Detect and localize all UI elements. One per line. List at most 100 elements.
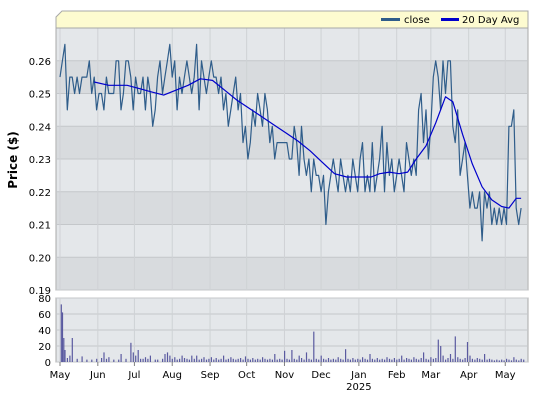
y-axis-title: Price ($) [6,131,20,189]
price-y-tick-label: 0.24 [29,122,51,133]
volume-bar [232,358,234,362]
volume-bar [349,359,351,362]
volume-bar [271,359,273,362]
volume-bar [440,346,442,362]
volume-bar [181,355,183,362]
x-tick-label: May [50,370,71,381]
volume-bar [125,358,127,362]
volume-bar [464,358,466,362]
volume-bar [63,338,65,362]
volume-bar [293,358,295,362]
volume-bar [66,358,68,362]
volume-bar [227,358,229,362]
x-tick-label: May [495,370,516,381]
volume-bar [506,358,508,362]
volume-bar [396,359,398,362]
volume-bar [366,359,369,362]
grid-band [57,191,527,225]
volume-bar [105,358,108,362]
volume-bar [154,359,156,362]
volume-bar [113,359,115,362]
volume-bar [357,358,359,362]
volume-bar [76,358,78,362]
volume-bar [474,359,476,362]
volume-bar [313,331,315,362]
volume-bar [462,359,464,362]
volume-bar [503,360,505,362]
volume-bar [374,359,376,362]
volume-bar [337,357,339,362]
volume-bar [137,350,139,362]
volume-bar [264,358,266,362]
volume-bar [513,357,515,362]
volume-bar [223,355,225,362]
volume-bar [296,359,298,362]
volume-bar [60,304,62,362]
volume-bar [164,354,166,362]
volume-bar [218,359,220,362]
volume-bar [410,359,412,362]
volume-bar [427,359,430,362]
volume-bar [262,357,264,362]
volume-bar [452,358,454,362]
volume-bar [418,359,420,362]
grid-band [57,60,527,94]
volume-bar [149,355,151,362]
x-tick-label: Mar [421,370,441,381]
volume-bar [254,359,256,362]
volume-bar [315,358,317,362]
price-y-tick-labels: 0.190.200.210.220.230.240.250.26 [29,57,51,297]
volume-bar [303,359,305,362]
volume-bar [166,352,169,362]
legend-avg-label: 20 Day Avg [462,15,519,26]
x-tick-label: Oct [238,370,255,381]
volume-bar [108,357,110,362]
volume-bar [252,358,254,362]
volume-bar [103,352,105,362]
volume-bar [403,359,405,362]
volume-bar [230,357,232,362]
volume-bar [279,358,281,362]
stock-chart: 0.190.200.210.220.230.240.250.26 close 2… [6,10,529,393]
x-tick-label: Feb [388,370,406,381]
volume-bar [198,359,200,362]
x-tick-label: Nov [275,370,295,381]
volume-bar [515,359,517,362]
volume-bar [213,359,215,362]
volume-bar [71,338,73,362]
volume-bar [147,358,149,362]
volume-bar [376,358,378,362]
volume-bar [286,358,288,362]
x-tick-label: Apr [460,370,478,381]
volume-bar [281,359,283,362]
volume-bar [408,358,410,362]
volume-bar [335,359,337,362]
volume-bar [476,358,478,362]
volume-bar [201,358,203,362]
volume-bar [215,358,217,362]
grid-band [57,257,527,290]
volume-bar [140,358,142,362]
volume-bar [364,358,366,362]
volume-bar [266,359,269,362]
volume-bar [244,356,247,362]
volume-bar [320,355,322,362]
volume-bar [371,358,373,362]
volume-bar [454,336,456,362]
volume-bar [430,357,432,362]
volume-bar [381,358,383,362]
volume-bar [423,352,425,362]
price-y-tick-label: 0.21 [29,221,51,232]
volume-bar [425,358,427,362]
volume-bar [491,359,493,362]
volume-bar [135,355,137,362]
volume-bar [401,355,403,362]
volume-bar [342,359,344,362]
volume-bar [169,355,171,362]
price-y-tick-label: 0.22 [29,188,51,199]
volume-bar [235,359,237,362]
volume-bar [384,359,386,362]
volume-bar [466,342,469,362]
price-panel: 0.190.200.210.220.230.240.250.26 [29,27,529,297]
volume-bar [81,356,83,362]
